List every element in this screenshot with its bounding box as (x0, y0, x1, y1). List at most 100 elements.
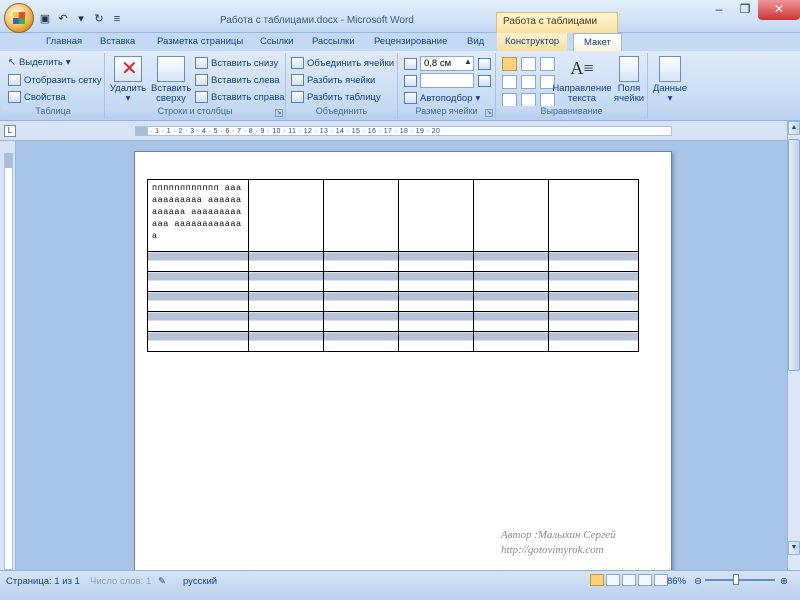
table-cell[interactable] (248, 179, 324, 252)
print-layout-icon[interactable] (590, 574, 604, 586)
zoom-level[interactable]: 86% (667, 576, 686, 587)
scroll-thumb[interactable] (788, 139, 800, 371)
table-cell[interactable] (248, 251, 324, 272)
table-cell[interactable] (473, 179, 549, 252)
table-cell[interactable] (398, 179, 474, 252)
tab-home[interactable]: Главная (46, 36, 82, 47)
tab-layout[interactable]: Макет (573, 33, 622, 52)
table-cell[interactable] (398, 251, 474, 272)
table-cell[interactable] (323, 311, 399, 332)
office-button[interactable] (4, 3, 34, 33)
maximize-icon[interactable]: ❐ (732, 0, 758, 20)
close-icon[interactable]: ✕ (758, 0, 800, 20)
table-cell[interactable] (398, 291, 474, 312)
word-count[interactable]: Число слов: 1 (90, 576, 151, 587)
table-cell[interactable] (473, 291, 549, 312)
redo-icon[interactable]: ↻ (92, 12, 106, 26)
table-cell[interactable] (147, 311, 249, 332)
merge-cells-button[interactable]: Объединить ячейки (291, 57, 394, 69)
tab-review[interactable]: Рецензирование (374, 36, 447, 47)
table-cell[interactable] (473, 271, 549, 292)
minimize-icon[interactable]: – (706, 0, 732, 20)
table-cell[interactable] (398, 331, 474, 352)
table-cell[interactable] (548, 251, 639, 272)
dialog-launcher-icon[interactable]: ↘ (275, 109, 283, 117)
table-cell[interactable] (323, 291, 399, 312)
zoom-slider[interactable] (705, 579, 775, 581)
properties-button[interactable]: Свойства (8, 91, 66, 103)
outline-icon[interactable] (638, 574, 652, 586)
split-table-button[interactable]: Разбить таблицу (291, 91, 381, 103)
draft-icon[interactable] (654, 574, 668, 586)
tab-insert[interactable]: Вставка (100, 36, 135, 47)
scroll-up-icon[interactable]: ▲ (788, 121, 800, 135)
align-top-left-icon[interactable] (502, 57, 517, 71)
undo-icon[interactable]: ↶ (56, 12, 70, 26)
column-width-input[interactable] (420, 73, 474, 88)
table-cell[interactable] (248, 311, 324, 332)
delete-button[interactable]: ✕ Удалить ▾ (108, 56, 148, 104)
text-direction-button[interactable]: A≡ Направление текста (552, 56, 612, 104)
table-cell[interactable] (248, 291, 324, 312)
table-cell[interactable] (548, 179, 639, 252)
autofit-button[interactable]: Автоподбор ▾ (404, 92, 480, 104)
web-layout-icon[interactable] (622, 574, 636, 586)
tab-mailings[interactable]: Рассылки (312, 36, 355, 47)
table-cell[interactable] (323, 271, 399, 292)
distribute-columns-icon[interactable] (478, 75, 491, 87)
align-bottom-center-icon[interactable] (521, 93, 536, 107)
table-cell[interactable] (147, 331, 249, 352)
save-icon[interactable]: ▣ (38, 12, 52, 26)
table-cell[interactable] (323, 179, 399, 252)
full-screen-reading-icon[interactable] (606, 574, 620, 586)
insert-above-button[interactable]: Вставить сверху (151, 56, 191, 104)
align-middle-left-icon[interactable] (502, 75, 517, 89)
tab-selector[interactable]: L (4, 125, 16, 137)
tab-page-layout[interactable]: Разметка страницы (157, 36, 243, 47)
tab-view[interactable]: Вид (467, 36, 484, 47)
table-cell[interactable] (323, 251, 399, 272)
table-cell[interactable] (147, 251, 249, 272)
scroll-down-icon[interactable]: ▼ (788, 541, 800, 555)
insert-right-button[interactable]: Вставить справа (195, 91, 285, 103)
language-indicator[interactable]: русский (183, 576, 217, 587)
zoom-out-icon[interactable]: ⊖ (694, 576, 702, 587)
align-bottom-left-icon[interactable] (502, 93, 517, 107)
table-cell[interactable]: пппппппппппп аааааааааааа аааааааааааа а… (147, 179, 249, 252)
table-cell[interactable] (147, 271, 249, 292)
data-button[interactable]: Данные ▾ (652, 56, 688, 104)
page-count[interactable]: Страница: 1 из 1 (6, 576, 80, 587)
table-cell[interactable] (147, 291, 249, 312)
table-cell[interactable] (548, 271, 639, 292)
table-cell[interactable] (548, 311, 639, 332)
table-cell[interactable] (248, 331, 324, 352)
vertical-ruler-strip[interactable] (4, 153, 13, 570)
table-cell[interactable] (323, 331, 399, 352)
page[interactable]: пппппппппппп аааааааааааа аааааааааааа а… (134, 151, 672, 581)
vertical-scrollbar[interactable]: ▲ ▼ (787, 121, 800, 570)
show-gridlines-button[interactable]: Отобразить сетку (8, 74, 102, 86)
table-cell[interactable] (548, 331, 639, 352)
ruler-strip[interactable]: · 1 · 1 · 2 · 3 · 4 · 5 · 6 · 7 · 8 · 9 … (135, 126, 672, 136)
table-cell[interactable] (248, 271, 324, 292)
table-cell[interactable] (473, 311, 549, 332)
insert-left-button[interactable]: Вставить слева (195, 74, 280, 86)
tab-design[interactable]: Конструктор (497, 33, 568, 51)
dialog-launcher-icon[interactable]: ↘ (485, 109, 493, 117)
zoom-in-icon[interactable]: ⊕ (780, 576, 788, 587)
undo-dropdown-icon[interactable]: ▾ (74, 12, 88, 26)
insert-below-button[interactable]: Вставить снизу (195, 57, 278, 69)
tab-references[interactable]: Ссылки (260, 36, 293, 47)
align-middle-center-icon[interactable] (521, 75, 536, 89)
document-table[interactable]: пппппппппппп аааааааааааа аааааааааааа а… (147, 179, 639, 352)
distribute-rows-icon[interactable] (478, 58, 491, 70)
table-cell[interactable] (398, 271, 474, 292)
proofing-icon[interactable]: ✎ (158, 576, 166, 587)
table-cell[interactable] (548, 291, 639, 312)
cell-margins-button[interactable]: Поля ячейки (612, 56, 646, 104)
customize-qat-icon[interactable]: ≡ (110, 12, 124, 26)
align-top-center-icon[interactable] (521, 57, 536, 71)
spinner-icon[interactable]: ▲ (464, 57, 472, 66)
zoom-thumb[interactable] (733, 574, 739, 585)
split-cells-button[interactable]: Разбить ячейки (291, 74, 375, 86)
